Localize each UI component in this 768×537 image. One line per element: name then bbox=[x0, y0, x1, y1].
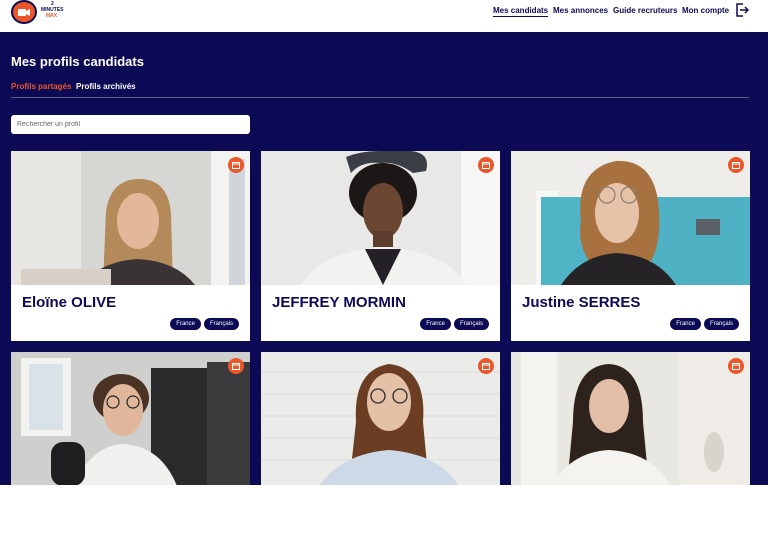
archive-button[interactable] bbox=[478, 358, 494, 374]
archive-icon bbox=[482, 162, 490, 169]
tag-country: France bbox=[420, 318, 451, 330]
search-input[interactable] bbox=[11, 115, 250, 134]
camera-icon bbox=[18, 8, 30, 16]
candidate-card[interactable]: JEFFREY MORMIN France Français bbox=[261, 151, 500, 341]
candidate-tags: France Français bbox=[170, 318, 239, 330]
archive-icon bbox=[732, 363, 740, 370]
archive-button[interactable] bbox=[478, 157, 494, 173]
top-bar: 2 MINUTES MAX Mes candidats Mes annonces… bbox=[0, 0, 768, 32]
candidate-video-thumbnail[interactable] bbox=[261, 352, 500, 485]
candidate-video-thumbnail[interactable] bbox=[11, 151, 250, 285]
candidate-name: JEFFREY MORMIN bbox=[272, 294, 406, 311]
archive-icon bbox=[232, 162, 240, 169]
candidate-card[interactable] bbox=[11, 352, 250, 485]
tag-language: Français bbox=[703, 318, 739, 330]
logo-text: 2 MINUTES MAX bbox=[41, 1, 64, 19]
candidate-video-thumbnail[interactable] bbox=[11, 352, 250, 485]
archive-button[interactable] bbox=[228, 157, 244, 173]
candidate-name: Eloïne OLIVE bbox=[22, 294, 117, 311]
candidate-video-thumbnail[interactable] bbox=[261, 151, 500, 285]
archive-button[interactable] bbox=[728, 157, 744, 173]
archive-button[interactable] bbox=[228, 358, 244, 374]
logout-icon[interactable] bbox=[735, 3, 749, 17]
nav-guide-recruteurs[interactable]: Guide recruteurs bbox=[613, 6, 677, 15]
candidate-tags: France Français bbox=[670, 318, 739, 330]
logo[interactable] bbox=[11, 0, 37, 24]
candidate-name: Justine SERRES bbox=[522, 294, 641, 311]
archive-icon bbox=[232, 363, 240, 370]
nav-mon-compte[interactable]: Mon compte bbox=[682, 6, 729, 15]
archive-icon bbox=[732, 162, 740, 169]
candidate-card[interactable] bbox=[261, 352, 500, 485]
tab-profils-partages[interactable]: Profils partagés bbox=[11, 82, 71, 91]
tab-profils-archives[interactable]: Profils archivés bbox=[76, 82, 136, 91]
archive-icon bbox=[482, 363, 490, 370]
candidate-card[interactable]: Eloïne OLIVE France Français bbox=[11, 151, 250, 341]
tag-country: France bbox=[670, 318, 701, 330]
nav-mes-candidats[interactable]: Mes candidats bbox=[493, 6, 549, 17]
main-content: Mes profils candidats Profils partagés P… bbox=[0, 32, 768, 485]
candidate-tags: France Français bbox=[420, 318, 489, 330]
candidate-video-thumbnail[interactable] bbox=[511, 352, 750, 485]
tag-language: Français bbox=[203, 318, 239, 330]
nav-mes-annonces[interactable]: Mes annonces bbox=[553, 6, 608, 15]
candidate-video-thumbnail[interactable] bbox=[511, 151, 750, 285]
page-title: Mes profils candidats bbox=[11, 54, 144, 69]
logo-line-3: MAX bbox=[46, 13, 58, 19]
candidate-card[interactable] bbox=[511, 352, 750, 485]
tag-country: France bbox=[170, 318, 201, 330]
tag-language: Français bbox=[453, 318, 489, 330]
tab-divider bbox=[11, 97, 749, 98]
candidate-card[interactable]: Justine SERRES France Français bbox=[511, 151, 750, 341]
archive-button[interactable] bbox=[728, 358, 744, 374]
